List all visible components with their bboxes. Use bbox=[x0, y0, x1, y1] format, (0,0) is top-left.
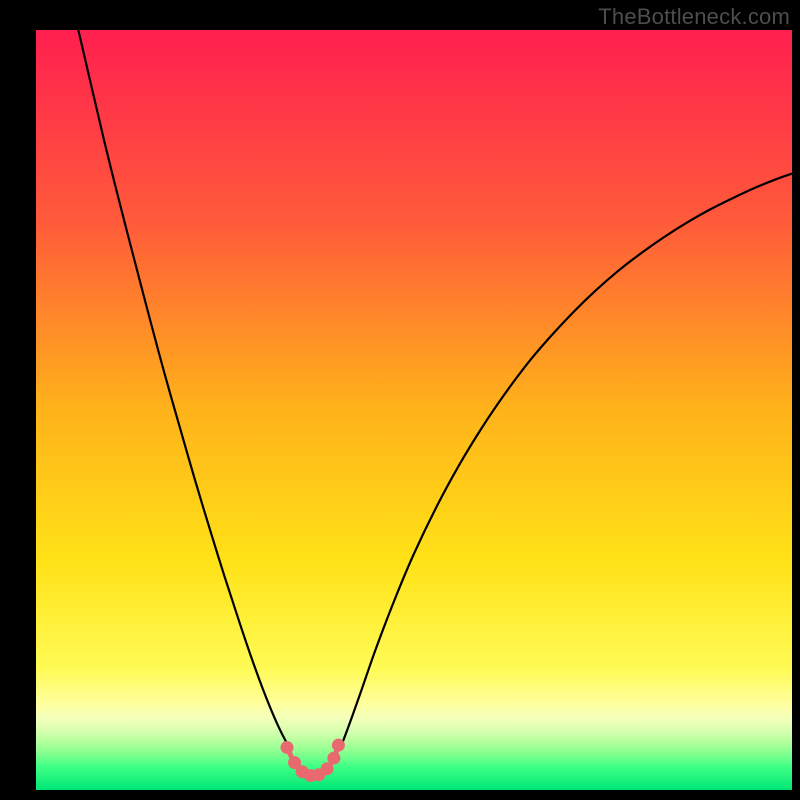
trough-dot bbox=[327, 752, 340, 765]
stage: TheBottleneck.com bbox=[0, 0, 800, 800]
chart-area bbox=[36, 30, 792, 790]
chart-svg bbox=[36, 30, 792, 790]
trough-dot bbox=[332, 739, 345, 752]
watermark-text: TheBottleneck.com bbox=[598, 4, 790, 30]
chart-background bbox=[36, 30, 792, 790]
trough-dot bbox=[280, 741, 293, 754]
